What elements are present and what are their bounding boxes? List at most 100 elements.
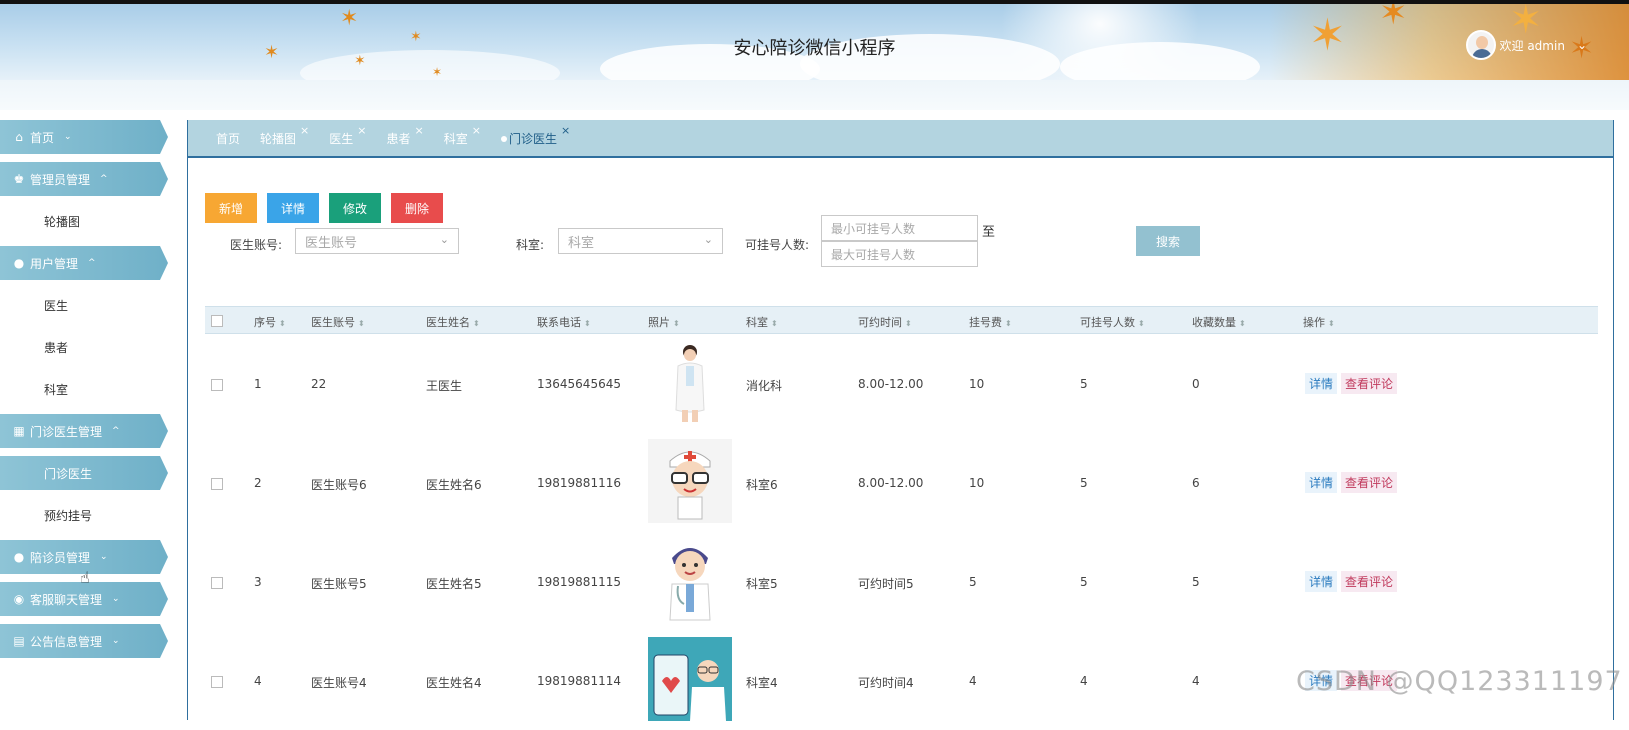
sidebar-group-3[interactable]: ● 用户管理 ^ bbox=[0, 246, 168, 280]
tab-label: 患者 bbox=[386, 131, 411, 146]
row-actions: 详情 查看评论 bbox=[1305, 571, 1398, 592]
sidebar-item-8[interactable]: 门诊医生 bbox=[0, 456, 168, 490]
row-checkbox[interactable] bbox=[211, 379, 223, 391]
chevron-icon: ^ bbox=[88, 258, 96, 268]
sidebar-group-label: 陪诊员管理 bbox=[30, 550, 91, 565]
doctor-photo bbox=[648, 340, 732, 424]
row-checkbox[interactable] bbox=[211, 478, 223, 490]
min-count-placeholder: 最小可挂号人数 bbox=[831, 221, 916, 236]
close-icon[interactable]: × bbox=[561, 124, 570, 137]
tab-label: 轮播图 bbox=[260, 131, 297, 146]
sort-icon: ⬍ bbox=[1005, 319, 1012, 328]
sidebar-item-4[interactable]: 医生 bbox=[0, 288, 172, 322]
sidebar-item-2[interactable]: 轮播图 bbox=[0, 204, 172, 238]
chevron-icon: ⌄ bbox=[100, 552, 108, 562]
search-form: 医生账号: 医生账号 ⌄ 科室: 科室 ⌄ 可挂号人数: 最小可挂号人数 最大可… bbox=[205, 215, 1605, 283]
chevron-icon: ^ bbox=[112, 426, 120, 436]
dept-filter-select[interactable]: 科室 ⌄ bbox=[558, 228, 723, 254]
user-icon: ● bbox=[13, 256, 25, 270]
sidebar-group-label: 用户管理 bbox=[30, 256, 79, 271]
table-row: 1 22 王医生 13645645645 消化科 8.00-12.00 10 5 0 详情 查看评论 bbox=[205, 334, 1598, 433]
tab-5[interactable]: 门诊医生 × bbox=[500, 124, 570, 147]
chevron-icon: ⌄ bbox=[112, 594, 120, 604]
delete-button[interactable]: 删除 bbox=[391, 193, 443, 223]
row-detail-button[interactable]: 详情 bbox=[1305, 571, 1338, 592]
close-icon[interactable]: × bbox=[472, 124, 481, 137]
column-header-10[interactable]: 操作 ⬍ bbox=[1303, 314, 1335, 330]
cell-name: 医生姓名6 bbox=[426, 478, 482, 492]
sidebar-group-12[interactable]: ▤ 公告信息管理 ⌄ bbox=[0, 624, 168, 658]
chevron-icon: ⌄ bbox=[64, 132, 72, 142]
cell-name: 王医生 bbox=[426, 379, 463, 393]
leaf-icon: ✶ bbox=[1379, 4, 1408, 33]
tab-2[interactable]: 医生 × bbox=[329, 124, 366, 147]
select-all-checkbox[interactable] bbox=[211, 315, 223, 327]
detail-button[interactable]: 详情 bbox=[267, 193, 319, 223]
building-icon: ▦ bbox=[13, 424, 25, 438]
table-header: 序号 ⬍ 医生账号 ⬍ 医生姓名 ⬍ 联系电话 ⬍ 照片 ⬍ 科室 ⬍ 可约时间 ⬍ 挂号费 ⬍ 可挂号人数 ⬍ 收… bbox=[205, 306, 1598, 334]
close-icon[interactable]: × bbox=[415, 124, 424, 137]
max-count-input[interactable]: 最大可挂号人数 bbox=[821, 241, 978, 267]
add-button[interactable]: 新增 bbox=[205, 193, 257, 223]
tab-0[interactable]: 首页 bbox=[216, 130, 240, 147]
app-title: 安心陪诊微信小程序 bbox=[733, 38, 896, 59]
row-checkbox[interactable] bbox=[211, 577, 223, 589]
cell-dept: 科室5 bbox=[746, 577, 778, 591]
doctor-photo bbox=[648, 538, 732, 622]
column-header-1[interactable]: 医生账号 ⬍ bbox=[311, 314, 365, 330]
column-header-7[interactable]: 挂号费 ⬍ bbox=[969, 314, 1012, 330]
leaf-icon: ✶ bbox=[340, 6, 359, 31]
row-detail-button[interactable]: 详情 bbox=[1305, 472, 1338, 493]
chevron-down-icon: ⌄ bbox=[439, 233, 449, 246]
search-button[interactable]: 搜索 bbox=[1136, 226, 1200, 256]
cell-count: 5 bbox=[1080, 377, 1088, 391]
column-header-3[interactable]: 联系电话 ⬍ bbox=[537, 314, 591, 330]
sort-icon: ⬍ bbox=[473, 319, 480, 328]
column-header-0[interactable]: 序号 ⬍ bbox=[254, 314, 286, 330]
edit-button[interactable]: 修改 bbox=[329, 193, 381, 223]
sidebar-group-7[interactable]: ▦ 门诊医生管理 ^ bbox=[0, 414, 168, 448]
cell-time: 可约时间4 bbox=[858, 676, 914, 690]
tab-bar: 首页 轮播图 × 医生 × 患者 × 科室 × 门诊医生 × bbox=[188, 120, 1613, 158]
cell-name: 医生姓名5 bbox=[426, 577, 482, 591]
sort-icon: ⬍ bbox=[673, 319, 680, 328]
sidebar-item-label: 患者 bbox=[44, 340, 69, 355]
close-icon[interactable]: × bbox=[357, 124, 366, 137]
doctor-photo bbox=[648, 439, 732, 523]
column-header-label: 可约时间 bbox=[858, 316, 902, 329]
sidebar-item-6[interactable]: 科室 bbox=[0, 372, 172, 406]
column-header-5[interactable]: 科室 ⬍ bbox=[746, 314, 778, 330]
tab-4[interactable]: 科室 × bbox=[444, 124, 481, 147]
row-comment-button[interactable]: 查看评论 bbox=[1341, 472, 1398, 493]
column-header-label: 医生账号 bbox=[311, 316, 355, 329]
min-count-input[interactable]: 最小可挂号人数 bbox=[821, 215, 978, 241]
column-header-8[interactable]: 可挂号人数 ⬍ bbox=[1080, 314, 1145, 330]
sidebar-item-5[interactable]: 患者 bbox=[0, 330, 172, 364]
sidebar-group-11[interactable]: ◉ 客服聊天管理 ⌄ bbox=[0, 582, 168, 616]
tab-3[interactable]: 患者 × bbox=[386, 124, 423, 147]
chevron-down-icon: ⌄ bbox=[1576, 38, 1587, 52]
cell-fav: 5 bbox=[1192, 575, 1200, 589]
cell-account: 医生账号6 bbox=[311, 478, 367, 492]
column-header-2[interactable]: 医生姓名 ⬍ bbox=[426, 314, 480, 330]
welcome-text: 欢迎 admin bbox=[1499, 38, 1565, 53]
column-header-9[interactable]: 收藏数量 ⬍ bbox=[1192, 314, 1246, 330]
sidebar-group-label: 首页 bbox=[30, 130, 55, 145]
sort-icon: ⬍ bbox=[358, 319, 365, 328]
cell-fee: 10 bbox=[969, 377, 985, 391]
account-filter-input[interactable]: 医生账号 ⌄ bbox=[295, 228, 459, 254]
close-icon[interactable]: × bbox=[300, 124, 309, 137]
row-comment-button[interactable]: 查看评论 bbox=[1341, 571, 1398, 592]
column-header-6[interactable]: 可约时间 ⬍ bbox=[858, 314, 912, 330]
row-comment-button[interactable]: 查看评论 bbox=[1341, 373, 1398, 394]
row-detail-button[interactable]: 详情 bbox=[1305, 373, 1338, 394]
row-checkbox[interactable] bbox=[211, 676, 223, 688]
column-header-4[interactable]: 照片 ⬍ bbox=[648, 314, 680, 330]
avatar bbox=[1465, 30, 1496, 60]
sidebar-item-9[interactable]: 预约挂号 bbox=[0, 498, 172, 532]
tab-1[interactable]: 轮播图 × bbox=[260, 124, 309, 147]
sidebar-group-0[interactable]: ⌂ 首页 ⌄ bbox=[0, 120, 168, 154]
user-menu[interactable]: 欢迎 admin ⌄ bbox=[1465, 30, 1587, 60]
cell-phone: 19819881115 bbox=[537, 575, 621, 589]
sidebar-group-1[interactable]: ♚ 管理员管理 ^ bbox=[0, 162, 168, 196]
